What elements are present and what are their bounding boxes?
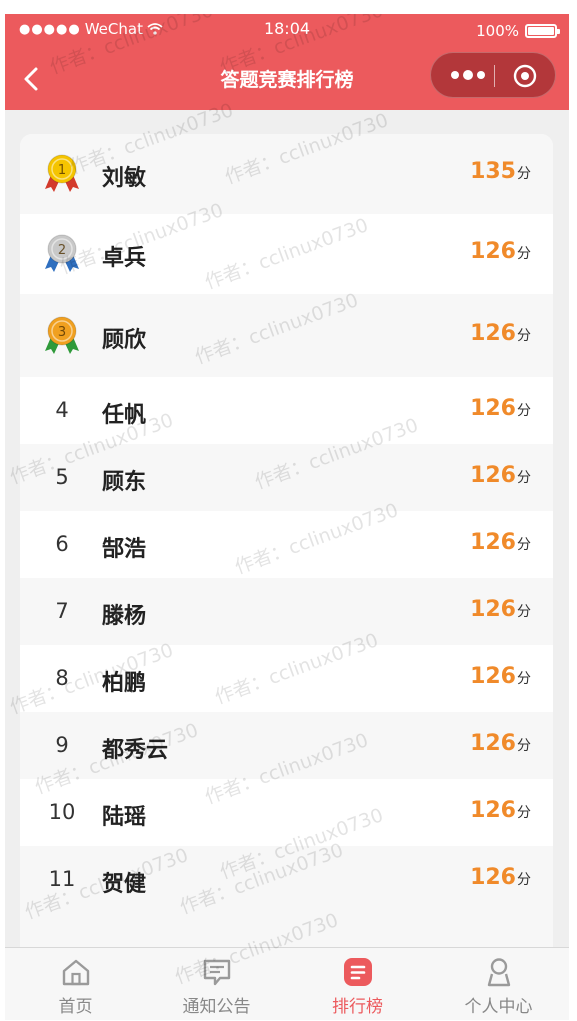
leaderboard-row: 7 滕杨 126分	[20, 578, 553, 645]
leaderboard-row: 3 顾欣 126分	[20, 294, 553, 377]
score-value: 126	[470, 663, 516, 689]
rank-number: 8	[55, 665, 69, 690]
participant-score: 126分	[470, 798, 531, 823]
battery-icon	[525, 24, 560, 38]
tab-bar: 首页 通知公告 排行榜 个人中心	[5, 947, 569, 1020]
participant-score: 126分	[470, 530, 531, 555]
participant-score: 126分	[470, 731, 531, 756]
tab-home-label: 首页	[58, 997, 93, 1017]
tab-home[interactable]: 首页	[5, 956, 146, 1017]
tab-notices-label: 通知公告	[182, 997, 251, 1017]
gold-medal-icon: 1	[45, 154, 79, 192]
tab-notices[interactable]: 通知公告	[146, 956, 287, 1017]
score-unit: 分	[517, 327, 531, 344]
score-unit: 分	[517, 246, 531, 262]
score-unit: 分	[517, 402, 531, 419]
participant-score: 126分	[470, 463, 531, 488]
silver-medal-icon: 2	[45, 234, 79, 272]
miniprogram-capsule	[430, 52, 556, 98]
score-value: 126	[470, 395, 516, 421]
leaderboard-row: 5 顾东 126分	[20, 444, 553, 511]
score-unit: 分	[517, 166, 531, 182]
leaderboard-row: 9 都秀云 126分	[20, 712, 553, 779]
message-icon	[203, 959, 230, 986]
score-value: 135	[470, 159, 516, 184]
score-value: 126	[470, 462, 516, 488]
score-unit: 分	[517, 536, 531, 553]
tab-profile[interactable]: 个人中心	[428, 956, 569, 1017]
score-value: 126	[470, 730, 516, 756]
participant-score: 126分	[470, 597, 531, 622]
close-miniprogram-icon[interactable]	[513, 64, 537, 88]
participant-name: 滕杨	[102, 603, 147, 629]
rank-number: 4	[55, 397, 69, 422]
battery-percent: 100%	[476, 22, 519, 40]
score-unit: 分	[517, 804, 531, 821]
leaderboard-row: 6 郜浩 126分	[20, 511, 553, 578]
leaderboard-row: 11 贺健 126分	[20, 846, 553, 913]
rank-number: 11	[48, 866, 76, 891]
participant-name: 卓兵	[102, 246, 147, 271]
leaderboard-row: 2 卓兵 126分	[20, 214, 553, 294]
navigation-bar: 答题竞赛排行榜	[5, 48, 569, 110]
home-icon	[62, 959, 89, 986]
participant-score: 126分	[470, 396, 531, 421]
participant-name: 刘敏	[102, 166, 147, 191]
medal-rank-number: 3	[58, 325, 66, 340]
participant-name: 郜浩	[102, 536, 147, 562]
capsule-divider	[494, 65, 495, 87]
app-header: ●●●●● WeChat 18:04 100% 答题竞赛排行榜	[5, 14, 569, 110]
tab-profile-label: 个人中心	[464, 997, 533, 1017]
participant-name: 顾东	[102, 469, 147, 495]
leaderboard-row: 1 刘敏 135分	[20, 134, 553, 214]
score-unit: 分	[517, 737, 531, 754]
participant-name: 都秀云	[102, 737, 169, 763]
rank-number: 6	[55, 531, 69, 556]
participant-score: 135分	[470, 159, 531, 184]
leaderboard-row: 10 陆瑶 126分	[20, 779, 553, 846]
participant-score: 126分	[470, 321, 531, 346]
participant-name: 顾欣	[102, 327, 147, 353]
bronze-medal-icon: 3	[45, 316, 79, 354]
tab-ranking[interactable]: 排行榜	[287, 956, 428, 1017]
participant-name: 任帆	[102, 402, 147, 428]
participant-name: 柏鹏	[102, 670, 147, 696]
score-unit: 分	[517, 603, 531, 620]
score-unit: 分	[517, 871, 531, 888]
more-options-icon[interactable]	[448, 66, 488, 84]
rank-number: 9	[55, 732, 69, 757]
battery-status: 100%	[476, 22, 560, 40]
participant-score: 126分	[470, 664, 531, 689]
score-value: 126	[470, 864, 516, 890]
score-value: 126	[470, 596, 516, 622]
leaderboard-row: 8 柏鹏 126分	[20, 645, 553, 712]
tab-ranking-label: 排行榜	[332, 997, 383, 1017]
leaderboard-list: 1 刘敏 135分 2 卓兵 126分 3 顾欣 126分 4 任帆 126分 5 顾东 126分 6 郜浩 12…	[20, 134, 553, 974]
phone-screen: ●●●●● WeChat 18:04 100% 答题竞赛排行榜 1 刘敏 135…	[5, 14, 569, 1020]
rank-number: 10	[48, 799, 76, 824]
rank-number: 7	[55, 598, 69, 623]
score-value: 126	[470, 320, 516, 346]
participant-score: 126分	[470, 865, 531, 890]
ranking-icon	[343, 958, 372, 986]
participant-name: 贺健	[102, 871, 147, 897]
score-value: 126	[470, 797, 516, 823]
score-value: 126	[470, 239, 516, 264]
medal-rank-number: 1	[58, 163, 66, 178]
leaderboard-row: 4 任帆 126分	[20, 377, 553, 444]
score-unit: 分	[517, 469, 531, 486]
participant-name: 陆瑶	[102, 804, 147, 830]
participant-score: 126分	[470, 239, 531, 264]
rank-number: 5	[55, 464, 69, 489]
user-icon	[487, 958, 510, 987]
status-bar: ●●●●● WeChat 18:04 100%	[5, 14, 569, 48]
score-value: 126	[470, 529, 516, 555]
score-unit: 分	[517, 670, 531, 687]
medal-rank-number: 2	[58, 243, 66, 258]
